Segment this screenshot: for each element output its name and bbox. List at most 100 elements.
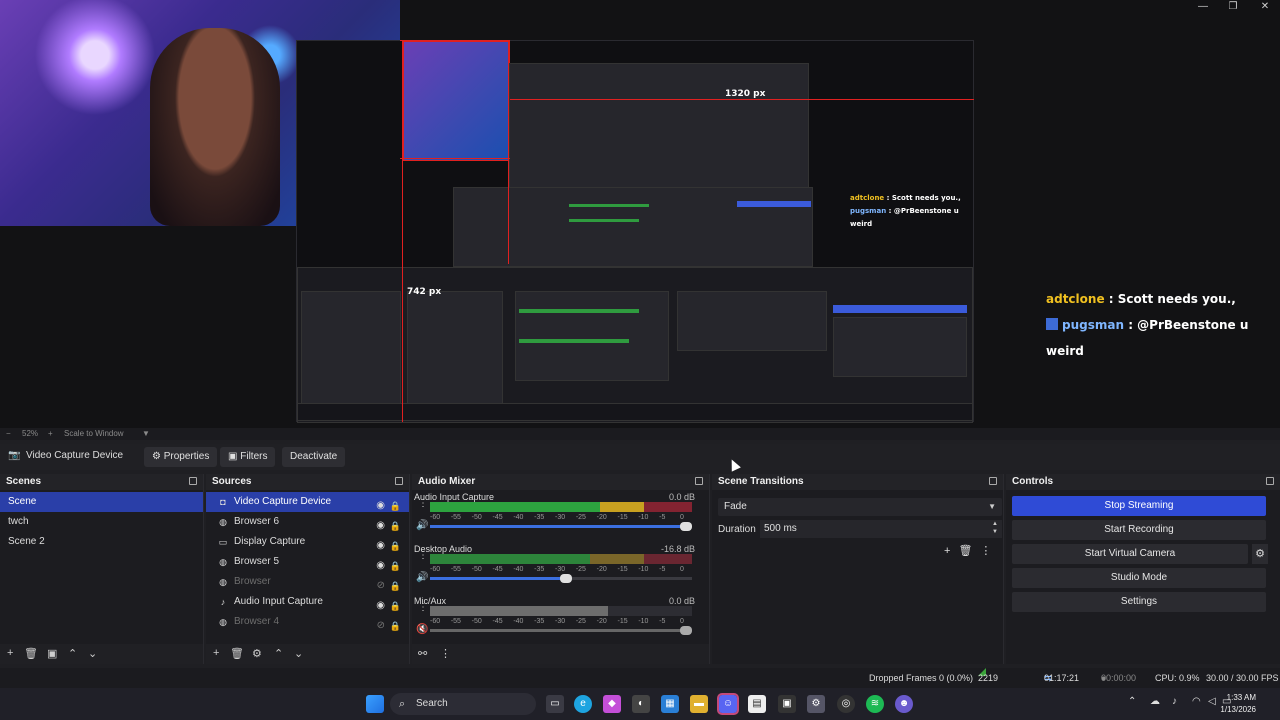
zoom-out-button[interactable]: − bbox=[6, 428, 11, 440]
cloud-icon[interactable]: ☁ bbox=[1150, 696, 1160, 707]
notepad-icon[interactable]: ▤ bbox=[748, 695, 766, 713]
speaker-muted-icon[interactable]: 🔇 bbox=[416, 624, 428, 635]
up-icon[interactable]: ⌃ bbox=[274, 647, 283, 660]
obs-icon[interactable]: ◎ bbox=[837, 695, 855, 713]
restore-icon[interactable]: ❐ bbox=[1218, 0, 1248, 14]
app-icon[interactable]: ◐ bbox=[632, 695, 650, 713]
speaker-icon[interactable]: ◁ bbox=[1208, 696, 1216, 707]
more-icon[interactable]: ⋮ bbox=[440, 647, 451, 660]
clock[interactable]: 1:33 AM 1/13/2026 bbox=[1220, 692, 1256, 716]
file-explorer-icon[interactable]: ▬ bbox=[690, 695, 708, 713]
nested-preview: 1320 px adtclone : Scott needs you., pug… bbox=[296, 40, 974, 423]
more-icon[interactable]: ⋮ bbox=[418, 551, 428, 561]
taskbar: ⌕ Search ▭ e ◆ ◐ ▦ ▬ ☺ ▤ ▣ ⚙ ◎ ≋ ☻ ⌃ ☁ ♪ … bbox=[0, 688, 1280, 720]
speaker-icon[interactable]: 🔊 bbox=[416, 572, 428, 583]
close-icon[interactable]: ✕ bbox=[1250, 0, 1280, 14]
down-icon[interactable]: ⌄ bbox=[294, 647, 303, 660]
add-icon[interactable]: + bbox=[7, 647, 13, 659]
lock-icon[interactable]: 🔒 bbox=[390, 616, 401, 636]
speaker-icon[interactable]: 🔊 bbox=[416, 520, 428, 531]
duration-input[interactable]: 500 ms ▲ ▼ bbox=[760, 520, 1002, 538]
gear-icon[interactable]: ⚙ bbox=[1252, 544, 1268, 564]
app-icon[interactable]: ◆ bbox=[603, 695, 621, 713]
scale-tick: -5 bbox=[659, 618, 666, 625]
source-item[interactable]: ◍ Browser 6 ◉ 🔒 bbox=[206, 512, 409, 532]
scale-tick: -10 bbox=[638, 618, 649, 625]
start-virtual-camera-button[interactable]: Start Virtual Camera bbox=[1012, 544, 1248, 564]
transition-select[interactable]: Fade ▼ bbox=[718, 498, 1002, 516]
down-icon[interactable]: ⌄ bbox=[88, 647, 97, 660]
source-item[interactable]: ▭ Display Capture ◉ 🔒 bbox=[206, 532, 409, 552]
globe-icon: ◍ bbox=[219, 517, 227, 527]
minimize-icon[interactable]: — bbox=[1188, 0, 1218, 14]
volume-slider[interactable] bbox=[430, 522, 692, 531]
preview-zoom-bar: − 52% + Scale to Window ▼ bbox=[0, 428, 1280, 440]
source-item[interactable]: ◍ Browser 4 ⊘ 🔒 bbox=[206, 612, 409, 632]
zoom-in-button[interactable]: + bbox=[48, 428, 53, 440]
settings-button[interactable]: Settings bbox=[1012, 592, 1266, 612]
task-view-icon[interactable]: ▭ bbox=[546, 695, 564, 713]
deactivate-button[interactable]: Deactivate bbox=[282, 447, 346, 467]
terminal-icon[interactable]: ▣ bbox=[778, 695, 796, 713]
stop-streaming-button[interactable]: Stop Streaming bbox=[1012, 496, 1266, 516]
store-icon[interactable]: ▦ bbox=[661, 695, 679, 713]
undock-icon[interactable] bbox=[989, 477, 997, 485]
volume-meter bbox=[430, 554, 692, 564]
trash-icon[interactable]: 🗑 bbox=[958, 545, 972, 557]
add-icon[interactable]: + bbox=[944, 545, 950, 557]
scale-mode[interactable]: Scale to Window bbox=[64, 428, 124, 440]
source-list: ◘ Video Capture Device ◉ 🔒 ◍ Browser 6 ◉ 🔒 ▭ Di… bbox=[206, 490, 409, 642]
link-icon[interactable]: ⚯ bbox=[418, 647, 427, 660]
add-icon[interactable]: + bbox=[213, 647, 219, 659]
scene-item[interactable]: Scene 2 bbox=[0, 532, 203, 552]
settings-app-icon[interactable]: ⚙ bbox=[807, 695, 825, 713]
up-icon[interactable]: ⌃ bbox=[68, 647, 77, 660]
undock-icon[interactable] bbox=[189, 477, 197, 485]
gear-icon[interactable]: ⚙ bbox=[252, 647, 262, 660]
windows-start-icon[interactable] bbox=[366, 695, 384, 713]
volume-slider[interactable] bbox=[430, 626, 692, 635]
filters-button[interactable]: ▣ Filters bbox=[220, 447, 276, 467]
volume-slider[interactable] bbox=[430, 574, 692, 583]
trash-icon[interactable]: 🗑 bbox=[230, 647, 244, 660]
mic-icon[interactable]: ♪ bbox=[1172, 696, 1177, 707]
properties-button[interactable]: ⚙ Properties bbox=[144, 447, 218, 467]
more-icon[interactable]: ⋮ bbox=[418, 603, 428, 613]
taskbar-search[interactable]: ⌕ Search bbox=[390, 693, 536, 715]
scene-item[interactable]: twch bbox=[0, 512, 203, 532]
scene-list: Scene twch Scene 2 bbox=[0, 490, 203, 552]
eye-hidden-icon[interactable]: ⊘ bbox=[377, 616, 385, 636]
source-item[interactable]: ◍ Browser ⊘ 🔒 bbox=[206, 572, 409, 592]
nested-meter bbox=[519, 339, 629, 343]
app-icon[interactable]: ☻ bbox=[895, 695, 913, 713]
start-recording-button[interactable]: Start Recording bbox=[1012, 520, 1266, 540]
edge-icon[interactable]: e bbox=[574, 695, 592, 713]
undock-icon[interactable] bbox=[695, 477, 703, 485]
meter-yellow bbox=[590, 554, 644, 564]
filter-icon[interactable]: ▣ bbox=[47, 647, 57, 660]
studio-mode-button[interactable]: Studio Mode bbox=[1012, 568, 1266, 588]
scene-item[interactable]: Scene bbox=[0, 492, 203, 512]
chevron-up-icon[interactable]: ⌃ bbox=[1128, 696, 1136, 707]
preview-canvas[interactable]: 1320 px adtclone : Scott needs you., pug… bbox=[0, 0, 1280, 428]
source-item[interactable]: ♪ Audio Input Capture ◉ 🔒 bbox=[206, 592, 409, 612]
trash-icon[interactable]: 🗑 bbox=[24, 647, 38, 660]
discord-icon[interactable]: ☺ bbox=[717, 693, 739, 715]
spotify-icon[interactable]: ≋ bbox=[866, 695, 884, 713]
source-item[interactable]: ◍ Browser 5 ◉ 🔒 bbox=[206, 552, 409, 572]
more-icon[interactable]: ⋮ bbox=[980, 545, 991, 557]
chevron-down-icon[interactable]: ▼ bbox=[142, 428, 150, 440]
status-bar: Dropped Frames 0 (0.0%) 2219 kbps ⇆ 01:1… bbox=[0, 668, 1280, 703]
meter-muted bbox=[430, 606, 608, 616]
undock-icon[interactable] bbox=[395, 477, 403, 485]
more-icon[interactable]: ⋮ bbox=[418, 499, 428, 509]
undock-icon[interactable] bbox=[1266, 477, 1274, 485]
nested-stop-button bbox=[737, 201, 811, 207]
scale-tick: 0 bbox=[680, 618, 684, 625]
scene-transitions-title: Scene Transitions bbox=[712, 474, 1003, 490]
wifi-icon[interactable]: ◠ bbox=[1192, 696, 1201, 707]
spinner-icon[interactable]: ▲ ▼ bbox=[992, 520, 998, 536]
scale-tick: -55 bbox=[450, 514, 461, 521]
source-item[interactable]: ◘ Video Capture Device ◉ 🔒 bbox=[206, 492, 409, 512]
audio-mixer-title: Audio Mixer bbox=[412, 474, 709, 490]
